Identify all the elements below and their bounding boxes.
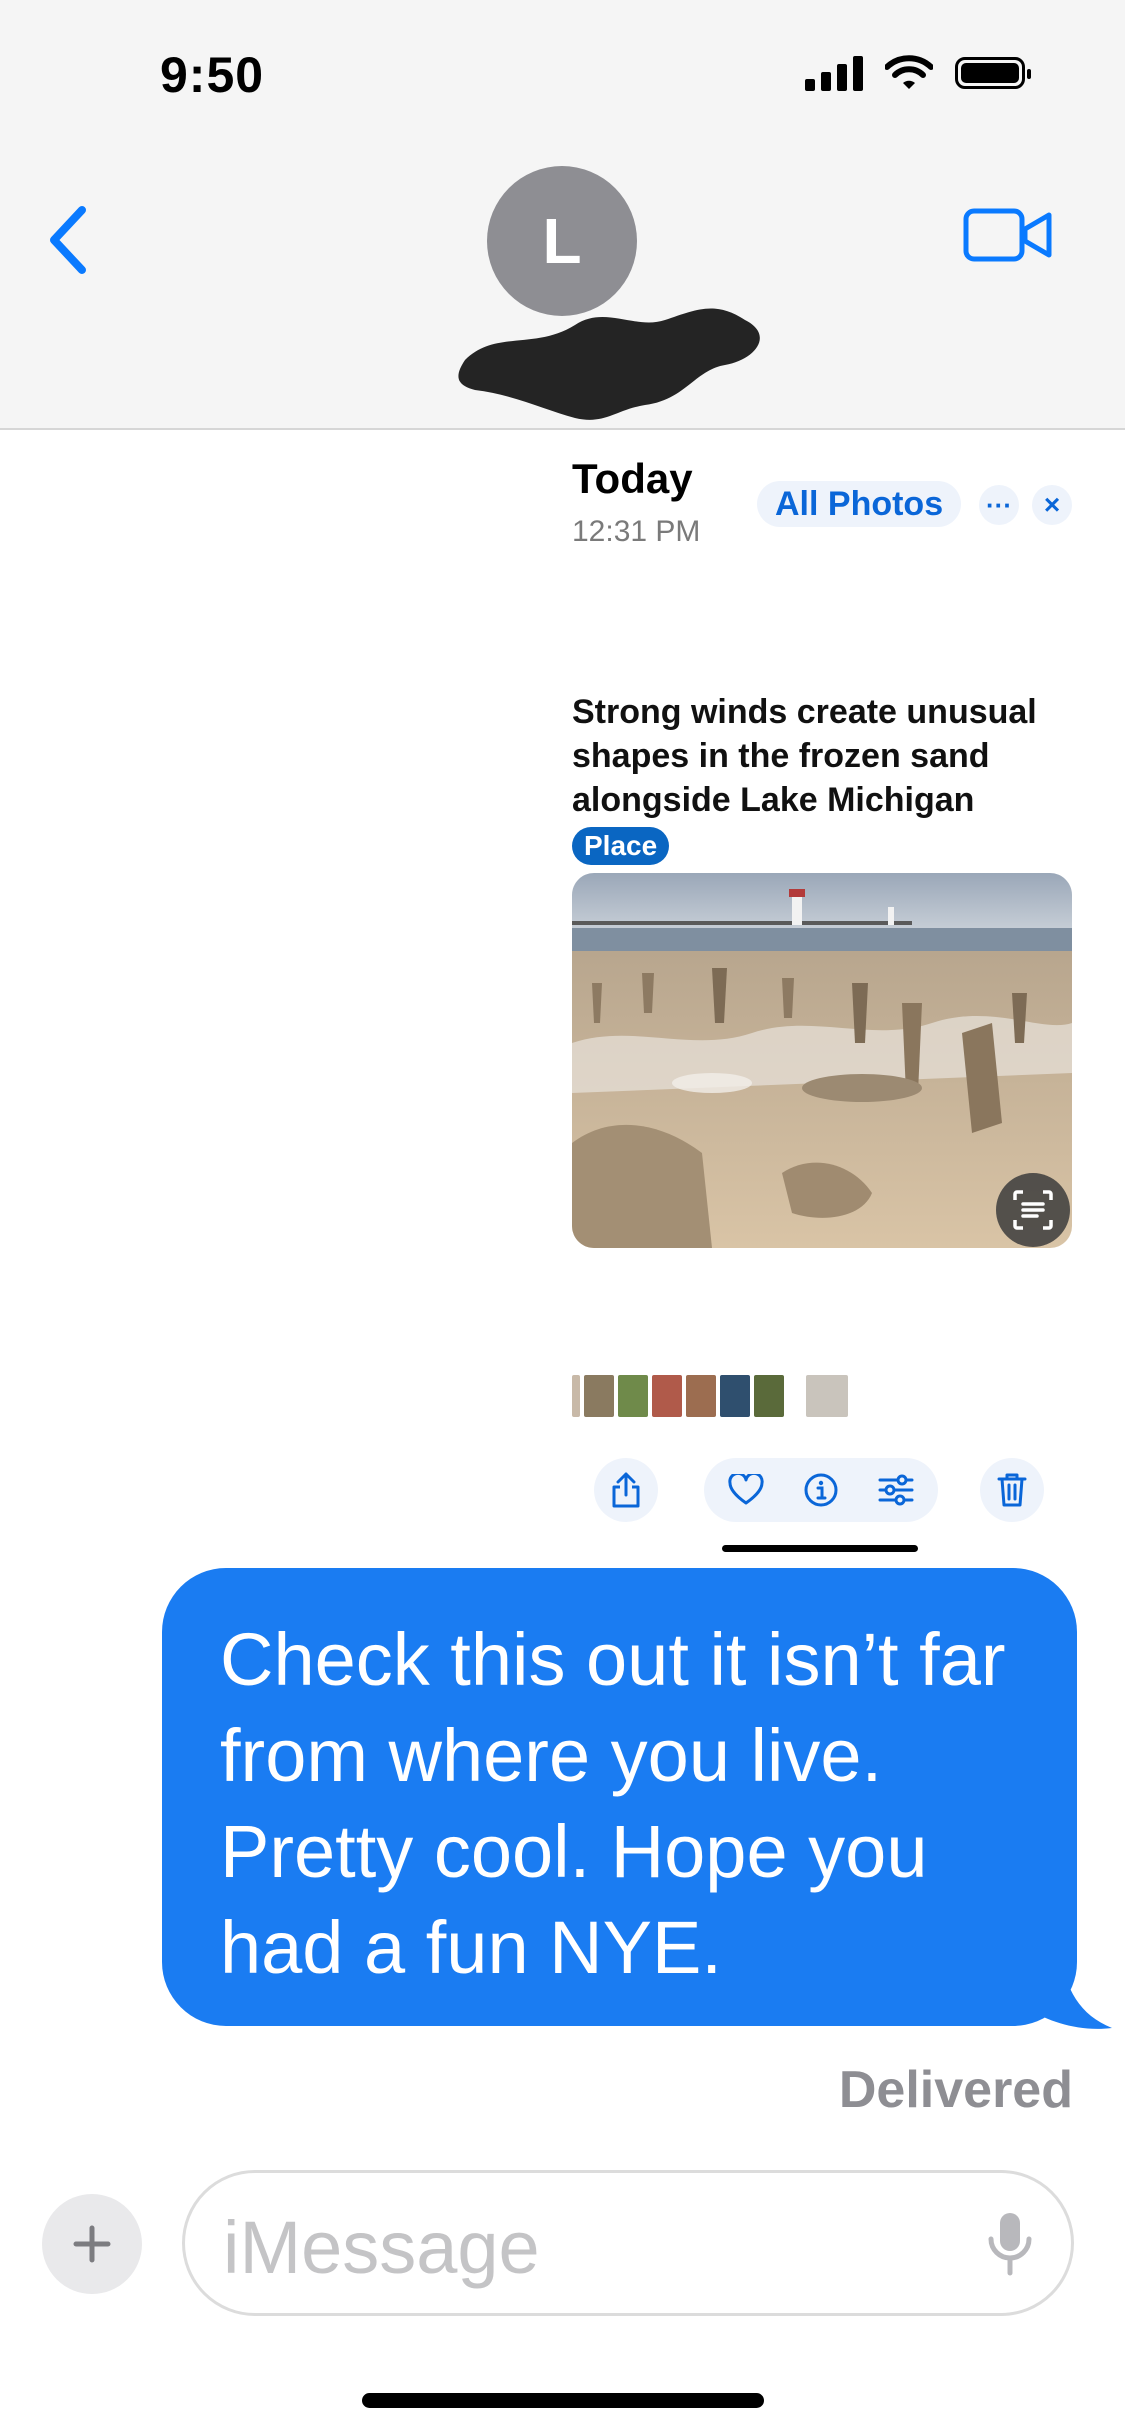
photo-action-group <box>704 1458 938 1522</box>
card-home-indicator <box>722 1545 918 1552</box>
status-icons <box>805 55 1031 91</box>
thumbnail[interactable] <box>686 1375 716 1417</box>
ellipsis-icon: ··· <box>986 489 1012 520</box>
facetime-video-icon[interactable] <box>963 205 1053 265</box>
back-chevron-icon[interactable] <box>40 200 100 280</box>
thumbnail[interactable] <box>618 1375 648 1417</box>
photo-headline: Strong winds create unusual shapes in th… <box>572 693 1037 819</box>
more-options-button[interactable]: ··· <box>979 485 1019 525</box>
redacted-contact-name <box>458 308 760 420</box>
photo-date: Today <box>572 455 693 502</box>
apps-plus-button[interactable] <box>42 2194 142 2294</box>
photo-thumbnail-strip[interactable] <box>572 1375 848 1417</box>
thumbnail[interactable] <box>720 1375 750 1417</box>
message-text: Check this out it isn’t far from where y… <box>220 1618 1006 1989</box>
photo-toolbar <box>594 1458 1044 1524</box>
wifi-icon <box>885 55 933 89</box>
thumbnail[interactable] <box>572 1375 580 1417</box>
close-button[interactable]: × <box>1032 485 1072 525</box>
info-icon <box>804 1473 838 1507</box>
trash-icon <box>997 1473 1027 1507</box>
avatar-initial: L <box>542 205 582 277</box>
share-button[interactable] <box>594 1458 658 1522</box>
share-icon <box>612 1472 640 1508</box>
live-text-button[interactable] <box>996 1173 1070 1247</box>
sent-message-bubble[interactable]: Check this out it isn’t far from where y… <box>162 1568 1077 2026</box>
place-badge: Place <box>572 827 670 865</box>
thumbnail[interactable] <box>652 1375 682 1417</box>
status-time: 9:50 <box>160 47 265 103</box>
photo-time: 12:31 PM <box>572 515 701 548</box>
battery-icon <box>955 57 1031 89</box>
message-input[interactable]: iMessage <box>182 2170 1074 2316</box>
microphone-icon[interactable] <box>985 2211 1035 2277</box>
thumbnail[interactable] <box>806 1375 848 1417</box>
thumbnail[interactable] <box>754 1375 784 1417</box>
info-button[interactable] <box>801 1470 841 1510</box>
adjust-icon <box>878 1474 914 1506</box>
delivery-status: Delivered <box>838 2061 1073 2119</box>
favorite-button[interactable] <box>726 1470 766 1510</box>
plus-icon <box>73 2225 111 2263</box>
cellular-signal-icon <box>805 55 863 91</box>
heart-icon <box>728 1474 764 1505</box>
close-icon: × <box>1043 489 1061 520</box>
home-indicator <box>362 2393 764 2408</box>
live-text-icon <box>1013 1190 1053 1230</box>
conversation-header: 9:50 L <box>0 0 1125 430</box>
delete-button[interactable] <box>980 1458 1044 1522</box>
all-photos-button[interactable]: All Photos <box>757 481 962 527</box>
lake-michigan-sand-photo[interactable] <box>572 873 1072 1248</box>
thumbnail[interactable] <box>584 1375 614 1417</box>
input-placeholder: iMessage <box>223 2206 540 2289</box>
edit-button[interactable] <box>876 1470 916 1510</box>
